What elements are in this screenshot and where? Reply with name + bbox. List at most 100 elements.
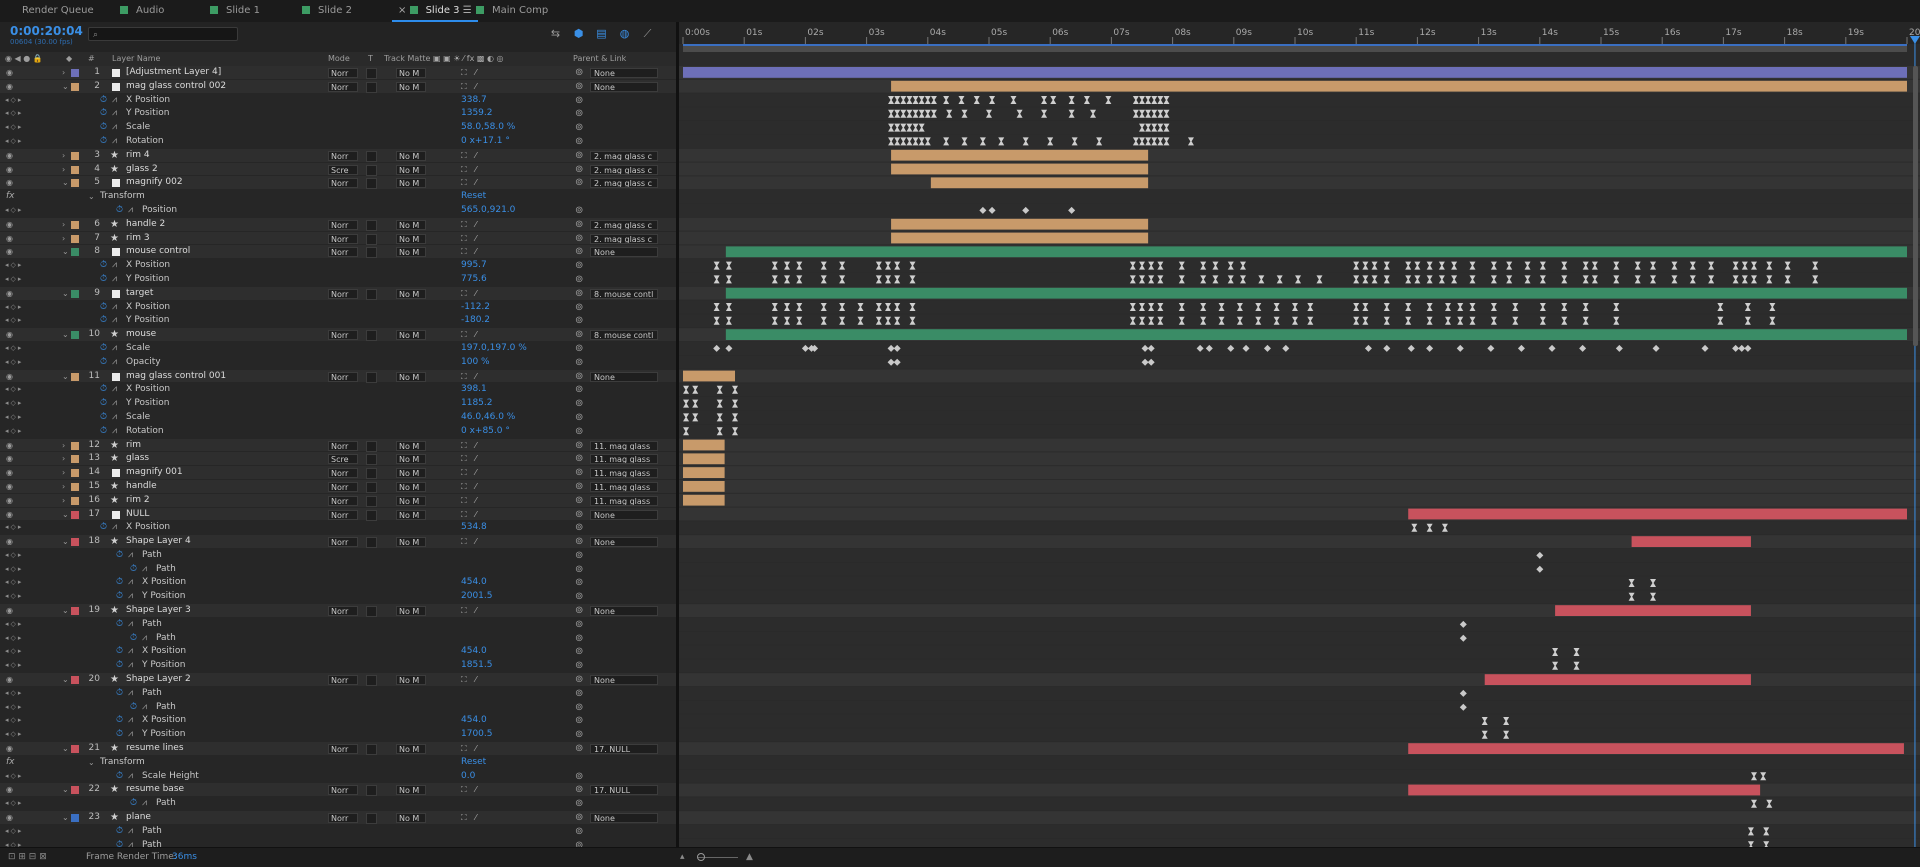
twirl-collapsed-icon[interactable]: › (62, 66, 65, 80)
parent-dropdown[interactable]: 11. mag glass (590, 440, 658, 451)
twirl-expanded-icon[interactable]: ⌄ (62, 742, 69, 756)
preserve-transparency-checkbox[interactable] (366, 81, 377, 93)
blend-mode-dropdown[interactable]: Norr (328, 440, 358, 451)
track-matte-dropdown[interactable]: No M (396, 288, 426, 299)
property-value[interactable]: 775.6 (461, 273, 487, 287)
blend-mode-dropdown[interactable]: Norr (328, 495, 358, 506)
graph-toggle-icon[interactable]: ⩘ (128, 687, 133, 701)
stopwatch-icon[interactable]: ⏱ (130, 563, 137, 577)
label-color-swatch[interactable] (71, 441, 79, 450)
layer-switches[interactable]: ⛶ ⁄ (461, 218, 479, 232)
keyframe-navigator-icons[interactable]: ◂◇▸ (5, 770, 23, 784)
label-color-swatch[interactable] (71, 455, 79, 464)
label-color-swatch[interactable] (71, 165, 79, 174)
label-color-swatch[interactable] (71, 538, 79, 547)
expression-pickwhip-icon[interactable]: ⊚ (575, 94, 583, 108)
expression-pickwhip-icon[interactable]: ⊚ (575, 797, 583, 811)
graph-toggle-icon[interactable]: ⩘ (112, 397, 117, 411)
property-row[interactable]: ◂◇▸ ⏱ ⩘ Rotation 0 x+85.0 ° ⊚ (0, 424, 676, 439)
blend-mode-dropdown[interactable]: Scre (328, 454, 358, 465)
graph-toggle-icon[interactable]: ⩘ (142, 632, 147, 646)
expression-pickwhip-icon[interactable]: ⊚ (575, 314, 583, 328)
expression-pickwhip-icon[interactable]: ⊚ (575, 356, 583, 370)
layer-row[interactable]: ◉ ⌄ 11 mag glass control 001 ⛶ ⁄ Norr No M ⊚ Non… (0, 369, 676, 384)
preserve-transparency-checkbox[interactable] (366, 744, 377, 756)
track-matte-dropdown[interactable]: No M (396, 468, 426, 479)
parent-pickwhip-icon[interactable]: ⊚ (575, 232, 583, 246)
twirl-expanded-icon[interactable]: ⌄ (88, 756, 95, 770)
parent-pickwhip-icon[interactable]: ⊚ (575, 176, 583, 190)
parent-dropdown[interactable]: 11. mag glass (590, 468, 658, 479)
label-color-swatch[interactable] (71, 331, 79, 340)
property-row[interactable]: ◂◇▸ ⏱ ⩘ X Position 454.0 ⊚ (0, 714, 676, 729)
blend-mode-dropdown[interactable]: Norr (328, 744, 358, 755)
preserve-transparency-checkbox[interactable] (366, 164, 377, 176)
blend-mode-dropdown[interactable]: Norr (328, 81, 358, 92)
graph-toggle-icon[interactable]: ⩘ (128, 204, 133, 218)
visibility-eye-icon[interactable]: ◉ (6, 466, 13, 480)
layer-row[interactable]: ◉ ⌄ 5 magnify 002 ⛶ ⁄ Norr No M ⊚ 2. mag glass c (0, 176, 676, 191)
stopwatch-icon[interactable]: ⏱ (116, 839, 123, 847)
parent-pickwhip-icon[interactable]: ⊚ (575, 742, 583, 756)
status-toggle-icons[interactable]: ⊡ ⊞ ⊟ ⊠ (8, 852, 47, 862)
track-matte-dropdown[interactable]: No M (396, 675, 426, 686)
stopwatch-icon[interactable]: ⏱ (130, 797, 137, 811)
stopwatch-icon[interactable]: ⏱ (100, 356, 107, 370)
graph-toggle-icon[interactable]: ⩘ (112, 521, 117, 535)
property-value[interactable]: 398.1 (461, 383, 487, 397)
twirl-collapsed-icon[interactable]: › (62, 439, 65, 453)
tab-audio[interactable]: Audio (120, 4, 164, 18)
preserve-transparency-checkbox[interactable] (366, 481, 377, 493)
expression-pickwhip-icon[interactable]: ⊚ (575, 259, 583, 273)
property-value[interactable]: 0 x+17.1 ° (461, 135, 510, 149)
tab-slide-2[interactable]: Slide 2 (302, 4, 352, 18)
layer-row[interactable]: ◉ ⌄ 17 NULL ⛶ ⁄ Norr No M ⊚ None (0, 507, 676, 522)
layer-switches[interactable]: ⛶ ⁄ (461, 370, 479, 384)
blend-mode-dropdown[interactable]: Norr (328, 509, 358, 520)
twirl-expanded-icon[interactable]: ⌄ (62, 673, 69, 687)
twirl-collapsed-icon[interactable]: › (62, 218, 65, 232)
expression-pickwhip-icon[interactable]: ⊚ (575, 107, 583, 121)
expression-pickwhip-icon[interactable]: ⊚ (575, 590, 583, 604)
visibility-eye-icon[interactable]: ◉ (6, 66, 13, 80)
stopwatch-icon[interactable]: ⏱ (116, 659, 123, 673)
parent-pickwhip-icon[interactable]: ⊚ (575, 149, 583, 163)
layer-row[interactable]: ◉ ⌄ 23 ★ plane ⛶ ⁄ Norr No M ⊚ None (0, 811, 676, 825)
expression-pickwhip-icon[interactable]: ⊚ (575, 825, 583, 839)
parent-pickwhip-icon[interactable]: ⊚ (575, 535, 583, 549)
blend-mode-dropdown[interactable]: Norr (328, 481, 358, 492)
preserve-transparency-checkbox[interactable] (366, 468, 377, 480)
layer-name[interactable]: [Adjustment Layer 4] (126, 66, 221, 80)
layer-switches[interactable]: ⛶ ⁄ (461, 163, 479, 177)
twirl-expanded-icon[interactable]: ⌄ (62, 783, 69, 797)
layer-row[interactable]: ◉ › 12 ★ rim ⛶ ⁄ Norr No M ⊚ 11. mag glass (0, 438, 676, 453)
expression-pickwhip-icon[interactable]: ⊚ (575, 397, 583, 411)
preserve-transparency-checkbox[interactable] (366, 247, 377, 259)
expression-pickwhip-icon[interactable]: ⊚ (575, 204, 583, 218)
layer-name[interactable]: rim 3 (126, 232, 150, 246)
visibility-eye-icon[interactable]: ◉ (6, 535, 13, 549)
preserve-transparency-checkbox[interactable] (366, 606, 377, 618)
preserve-transparency-checkbox[interactable] (366, 68, 377, 79)
track-matte-dropdown[interactable]: No M (396, 785, 426, 796)
visibility-eye-icon[interactable]: ◉ (6, 811, 13, 825)
parent-dropdown[interactable]: 2. mag glass c (590, 150, 658, 161)
layer-name[interactable]: handle (126, 480, 157, 494)
parent-pickwhip-icon[interactable]: ⊚ (575, 673, 583, 687)
label-color-swatch[interactable] (71, 289, 79, 298)
property-row[interactable]: ◂◇▸ ⏱ ⩘ X Position 454.0 ⊚ (0, 645, 676, 660)
track-matte-dropdown[interactable]: No M (396, 606, 426, 617)
expression-pickwhip-icon[interactable]: ⊚ (575, 563, 583, 577)
track-matte-dropdown[interactable]: No M (396, 247, 426, 258)
stopwatch-icon[interactable]: ⏱ (130, 632, 137, 646)
current-time-display[interactable]: 0:00:20:04 (10, 24, 83, 38)
graph-toggle-icon[interactable]: ⩘ (128, 645, 133, 659)
layer-row[interactable]: ◉ › 6 ★ handle 2 ⛶ ⁄ Norr No M ⊚ 2. mag glass c (0, 217, 676, 232)
twirl-collapsed-icon[interactable]: › (62, 494, 65, 508)
layer-row[interactable]: ◉ › 4 ★ glass 2 ⛶ ⁄ Scre No M ⊚ 2. mag glass c (0, 162, 676, 177)
zoom-slider-handle[interactable] (697, 853, 705, 861)
stopwatch-icon[interactable]: ⏱ (116, 576, 123, 590)
label-color-swatch[interactable] (71, 745, 79, 754)
property-row[interactable]: ◂◇▸ ⏱ ⩘ Path ⊚ (0, 617, 676, 632)
blend-mode-dropdown[interactable]: Norr (328, 247, 358, 258)
